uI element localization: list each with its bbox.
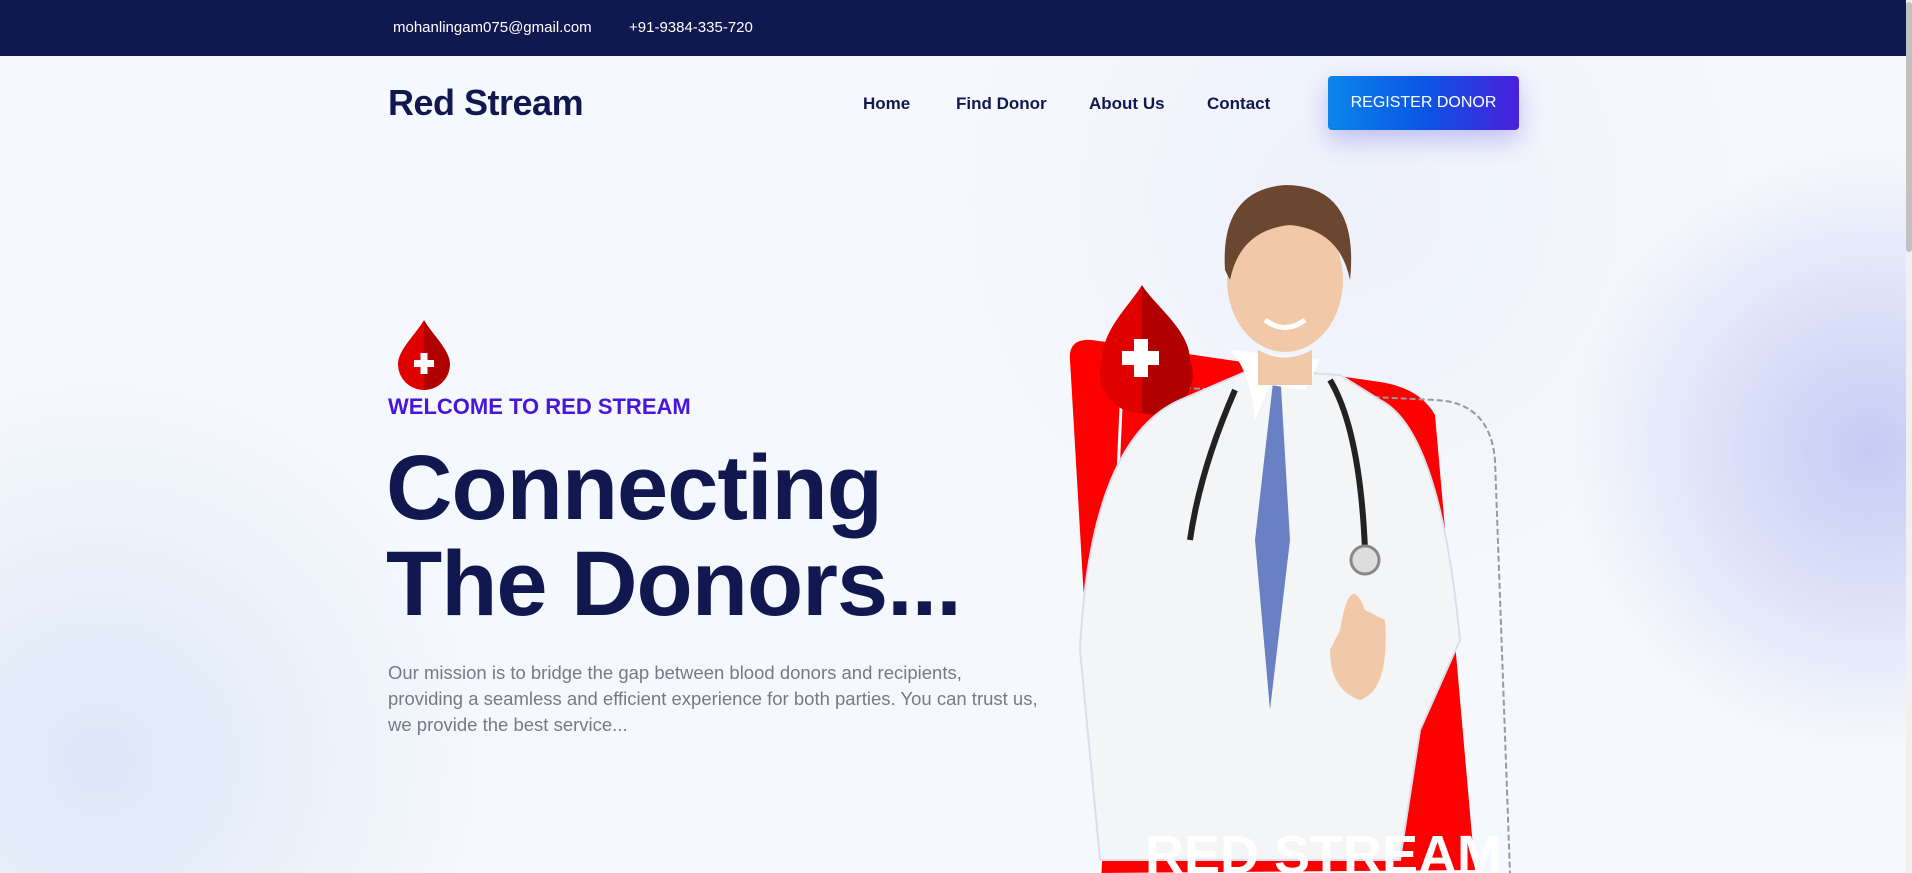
top-bar: mohanlingam075@gmail.com +91-9384-335-72… [0,0,1906,56]
blood-drop-icon [398,320,450,390]
nav-contact[interactable]: Contact [1207,94,1270,114]
register-donor-button[interactable]: REGISTER DONOR [1328,76,1519,130]
contact-email[interactable]: mohanlingam075@gmail.com [393,19,592,36]
page-background [0,0,1912,873]
site-logo[interactable]: Red Stream [388,82,584,124]
hero-title-line2: The Donors... [386,533,962,635]
hero-description: Our mission is to bridge the gap between… [388,662,1038,735]
hero-eyebrow: WELCOME TO RED STREAM [388,394,691,419]
nav-find-donor[interactable]: Find Donor [956,94,1047,114]
hero-title-line1: Connecting [386,437,883,539]
nav-home[interactable]: Home [863,94,910,114]
blood-drop-badge-icon [1099,285,1193,415]
nav-about-us[interactable]: About Us [1089,94,1165,114]
contact-phone[interactable]: +91-9384-335-720 [629,19,753,36]
page-scrollbar[interactable] [1906,0,1912,873]
card-brand-text: RED STREAM [1145,825,1502,873]
hero-title: Connecting The Donors... [386,437,962,635]
hero-doctor-illustration: RED STREAM [1069,185,1511,873]
doctor-image [1078,185,1462,861]
scrollbar-thumb[interactable] [1906,2,1912,252]
